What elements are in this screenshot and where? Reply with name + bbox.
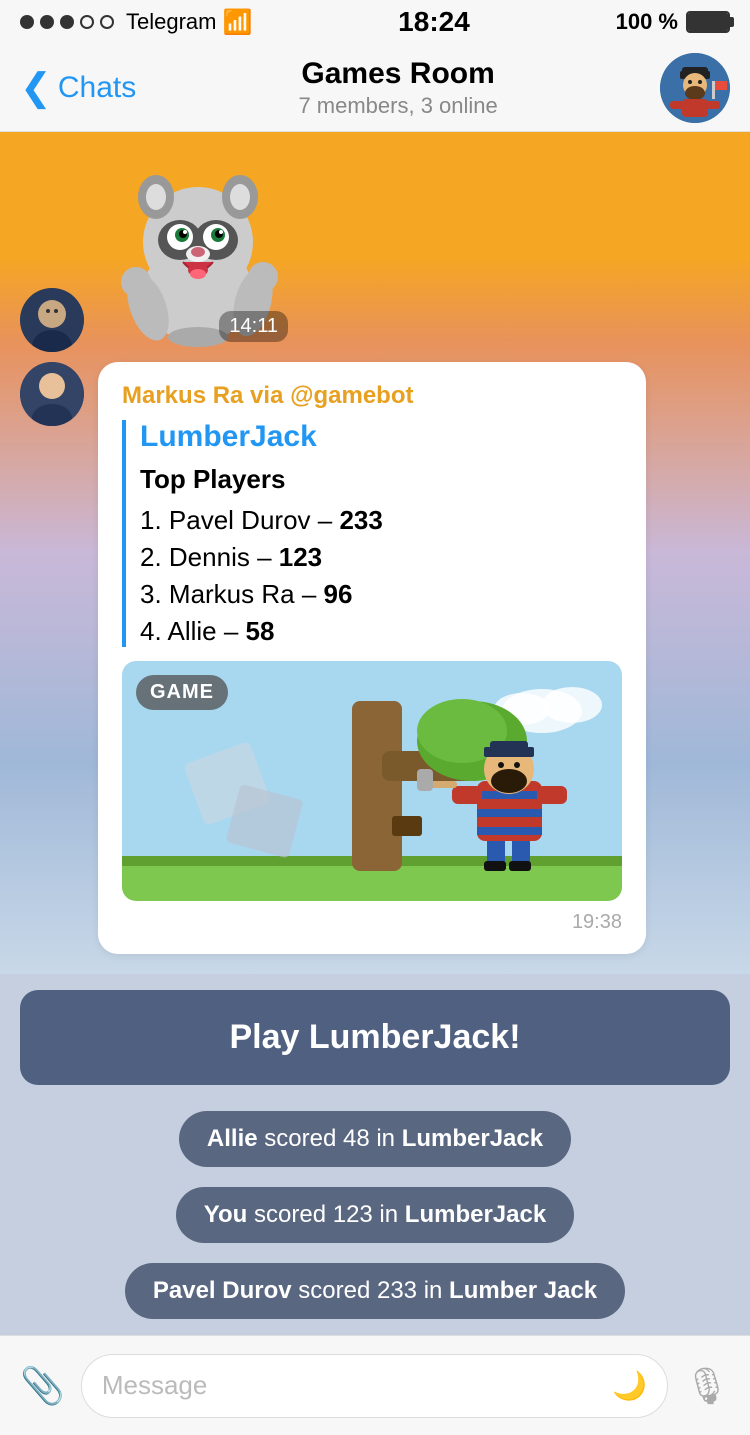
- sender-avatar: [20, 288, 84, 352]
- score-2: 123: [279, 542, 322, 572]
- status-bar: Telegram 📶 18:24 100 %: [0, 0, 750, 44]
- score-notifications: Allie scored 48 in LumberJack You scored…: [0, 1095, 750, 1335]
- sticker-message-row: 14:11: [0, 142, 750, 362]
- score-notif-3-middle: scored 233 in: [298, 1277, 449, 1304]
- sender2-avatar-svg: [20, 362, 84, 426]
- score-notif-2-middle: scored 123 in: [254, 1201, 405, 1228]
- carrier-label: Telegram: [126, 9, 216, 35]
- status-left: Telegram 📶: [20, 8, 252, 37]
- score-notif-2-game: LumberJack: [405, 1201, 546, 1228]
- mic-icon[interactable]: 🎙: [684, 1365, 730, 1407]
- play-lumberjack-button[interactable]: Play LumberJack!: [20, 990, 730, 1085]
- score-notification-2: You scored 123 in LumberJack: [176, 1187, 574, 1243]
- score-3: 96: [324, 579, 353, 609]
- message-sender: Markus Ra via @gamebot: [122, 382, 622, 410]
- signal-dot2: [40, 15, 54, 29]
- leaderboard-item-2: 2. Dennis – 123: [140, 542, 622, 573]
- battery-icon: [686, 11, 730, 33]
- game-message-bubble: Markus Ra via @gamebot LumberJack Top Pl…: [98, 362, 646, 954]
- score-notif-3-game: Lumber Jack: [449, 1277, 597, 1304]
- game-badge: GAME: [136, 675, 228, 710]
- leaderboard-item-1: 1. Pavel Durov – 233: [140, 505, 622, 536]
- status-time: 18:24: [398, 6, 470, 38]
- nav-title-block: Games Room 7 members, 3 online: [136, 57, 660, 119]
- rank-1: 1. Pavel Durov –: [140, 505, 339, 535]
- score-notif-1-game: LumberJack: [402, 1125, 543, 1152]
- status-right: 100 %: [616, 9, 730, 35]
- back-label: Chats: [58, 71, 136, 105]
- rank-4: 4. Allie –: [140, 616, 246, 646]
- leaderboard-item-3: 3. Markus Ra – 96: [140, 579, 622, 610]
- message-placeholder: Message: [102, 1370, 208, 1401]
- sticker-time: 14:11: [219, 311, 288, 342]
- input-bar: 📎 Message 🌙 🎙: [0, 1335, 750, 1435]
- chat-title: Games Room: [136, 57, 660, 91]
- score-1: 233: [339, 505, 382, 535]
- message-time: 19:38: [122, 911, 622, 934]
- score-notif-2-name: You: [204, 1201, 248, 1228]
- emoji-icon: 🌙: [612, 1369, 647, 1402]
- battery-label: 100 %: [616, 9, 678, 35]
- signal-dot4: [80, 15, 94, 29]
- avatar-svg: [660, 53, 730, 123]
- chat-background: 14:11 Markus Ra via @gamebot LumberJack …: [0, 132, 750, 974]
- score-notification-3: Pavel Durov scored 233 in Lumber Jack: [125, 1263, 625, 1319]
- pavel-avatar-svg: [20, 288, 84, 352]
- game-preview[interactable]: GAME: [122, 661, 622, 901]
- score-4: 58: [246, 616, 275, 646]
- score-notif-row-3: Pavel Durov scored 233 in Lumber Jack: [20, 1253, 730, 1329]
- score-notif-1-name: Allie: [207, 1125, 258, 1152]
- score-notif-3-name: Pavel Durov: [153, 1277, 292, 1304]
- signal-dot1: [20, 15, 34, 29]
- back-button[interactable]: ❮ Chats: [20, 69, 136, 107]
- score-notification-1: Allie scored 48 in LumberJack: [179, 1111, 571, 1167]
- signal-dot3: [60, 15, 74, 29]
- score-notif-row-1: Allie scored 48 in LumberJack: [20, 1101, 730, 1177]
- chat-avatar[interactable]: [660, 53, 730, 123]
- message-input-wrapper[interactable]: Message 🌙: [81, 1354, 668, 1418]
- game-title: LumberJack: [140, 420, 622, 454]
- score-notif-row-2: You scored 123 in LumberJack: [20, 1177, 730, 1253]
- rank-2: 2. Dennis –: [140, 542, 279, 572]
- chat-subtitle: 7 members, 3 online: [136, 93, 660, 119]
- sender-avatar-2: [20, 362, 84, 426]
- sticker: 14:11: [98, 152, 298, 352]
- play-button-row: Play LumberJack!: [0, 974, 750, 1095]
- nav-bar: ❮ Chats Games Room 7 members, 3 online: [0, 44, 750, 132]
- game-message-row: Markus Ra via @gamebot LumberJack Top Pl…: [0, 362, 750, 964]
- attach-icon[interactable]: 📎: [20, 1365, 65, 1407]
- battery-fill: [688, 13, 728, 31]
- rank-3: 3. Markus Ra –: [140, 579, 324, 609]
- score-notif-1-middle: scored 48 in: [264, 1125, 401, 1152]
- wifi-icon: 📶: [222, 8, 252, 37]
- signal-dot5: [100, 15, 114, 29]
- leaderboard-item-4: 4. Allie – 58: [140, 616, 622, 647]
- leaderboard-title: Top Players: [140, 464, 622, 495]
- back-arrow-icon: ❮: [20, 69, 52, 107]
